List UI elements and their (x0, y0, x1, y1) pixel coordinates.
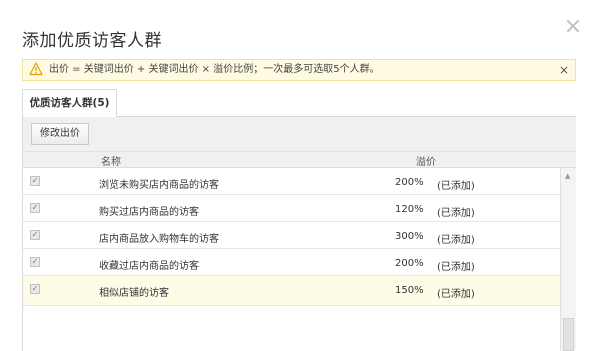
table-row: ✓ 收藏过店内商品的访客 200% (已添加) (23, 249, 560, 276)
scroll-up-icon[interactable]: ▲ (565, 172, 570, 180)
row-rate: 120% (395, 204, 424, 215)
row-rate: 150% (395, 285, 424, 296)
close-icon[interactable]: × (562, 16, 584, 38)
row-checkbox[interactable]: ✓ (30, 176, 40, 186)
toolbar: 修改出价 (23, 117, 576, 151)
dialog-title: 添加优质访客人群 (22, 31, 162, 51)
notice-text: 出价 = 关键词出价 + 关键词出价 × 溢价比例；一次最多可选取5个人群。 (49, 64, 380, 75)
scrollbar-thumb[interactable] (563, 318, 574, 351)
warning-icon (29, 62, 43, 76)
notice-close-icon[interactable]: × (559, 60, 569, 80)
row-status: (已添加) (437, 289, 475, 300)
row-checkbox[interactable]: ✓ (30, 257, 40, 267)
table-rows: ✓ 浏览未购买店内商品的访客 200% (已添加) ✓ 购买过店内商品的访客 1… (23, 168, 560, 306)
column-header-name: 名称 (101, 157, 121, 168)
row-checkbox[interactable]: ✓ (30, 230, 40, 240)
table-row: ✓ 浏览未购买店内商品的访客 200% (已添加) (23, 168, 560, 195)
row-name: 购买过店内商品的访客 (99, 207, 199, 218)
table-row: ✓ 相似店铺的访客 150% (已添加) (23, 276, 560, 306)
row-checkbox[interactable]: ✓ (30, 203, 40, 213)
row-checkbox[interactable]: ✓ (30, 284, 40, 294)
table-scrollbar[interactable]: ▲ (560, 168, 576, 351)
row-rate: 200% (395, 258, 424, 269)
row-name: 收藏过店内商品的访客 (99, 261, 199, 272)
row-status: (已添加) (437, 262, 475, 273)
row-name: 浏览未购买店内商品的访客 (99, 180, 219, 191)
notice-bar: 出价 = 关键词出价 + 关键词出价 × 溢价比例；一次最多可选取5个人群。 × (22, 59, 576, 81)
row-name: 店内商品放入购物车的访客 (99, 234, 219, 245)
edit-bid-button[interactable]: 修改出价 (31, 123, 89, 145)
table-header: 名称 溢价 (23, 151, 576, 168)
row-rate: 300% (395, 231, 424, 242)
column-header-rate: 溢价 (416, 157, 436, 168)
row-status: (已添加) (437, 181, 475, 192)
row-rate: 200% (395, 177, 424, 188)
table-row: ✓ 店内商品放入购物车的访客 300% (已添加) (23, 222, 560, 249)
tab-premium-visitors[interactable]: 优质访客人群(5) (22, 89, 117, 117)
table-row: ✓ 购买过店内商品的访客 120% (已添加) (23, 195, 560, 222)
row-name: 相似店铺的访客 (99, 288, 169, 299)
row-status: (已添加) (437, 235, 475, 246)
row-status: (已添加) (437, 208, 475, 219)
